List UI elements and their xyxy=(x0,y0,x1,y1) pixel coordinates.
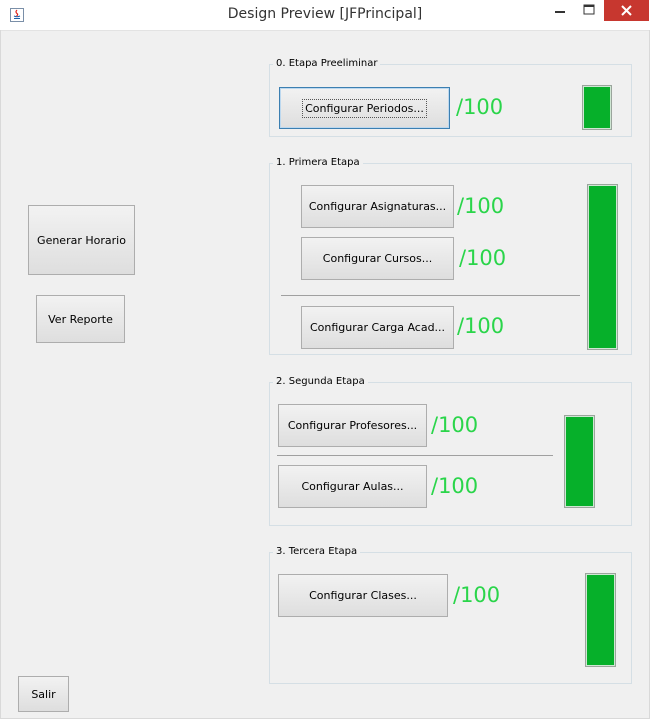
stage-2-title: 2. Segunda Etapa xyxy=(273,376,368,387)
configurar-aulas-button[interactable]: Configurar Aulas... xyxy=(278,465,427,508)
configurar-profesores-button[interactable]: Configurar Profesores... xyxy=(278,404,427,447)
close-icon xyxy=(621,5,632,16)
stage-3-panel: 3. Tercera Etapa xyxy=(269,546,632,684)
profesores-score: /100 xyxy=(431,413,479,437)
configurar-clases-button[interactable]: Configurar Clases... xyxy=(278,574,448,617)
configurar-carga-academica-button[interactable]: Configurar Carga Acad... xyxy=(301,306,454,349)
configurar-aulas-label: Configurar Aulas... xyxy=(301,480,404,493)
stage-1-progress-bar xyxy=(587,184,618,350)
stage-2-separator xyxy=(277,455,553,456)
generar-horario-button[interactable]: Generar Horario xyxy=(28,205,135,275)
salir-label: Salir xyxy=(31,687,56,701)
configurar-periodos-button[interactable]: Configurar Periodos... xyxy=(279,87,450,129)
configurar-asignaturas-label: Configurar Asignaturas... xyxy=(308,200,447,213)
configurar-asignaturas-button[interactable]: Configurar Asignaturas... xyxy=(301,185,454,228)
minimize-button[interactable] xyxy=(546,0,574,21)
configurar-periodos-label: Configurar Periodos... xyxy=(302,98,427,118)
aulas-score: /100 xyxy=(431,474,479,498)
stage-0-progress-bar xyxy=(582,85,612,130)
maximize-icon xyxy=(583,4,595,15)
maximize-button[interactable] xyxy=(575,0,603,21)
carga-academica-score: /100 xyxy=(457,314,505,338)
salir-button[interactable]: Salir xyxy=(18,676,69,712)
close-button[interactable] xyxy=(604,0,649,21)
configurar-carga-academica-label: Configurar Carga Acad... xyxy=(309,321,446,334)
generar-horario-label: Generar Horario xyxy=(37,233,126,247)
stage-3-progress-bar xyxy=(585,573,616,667)
stage-1-separator xyxy=(281,295,580,296)
ver-reporte-label: Ver Reporte xyxy=(48,312,113,326)
configurar-cursos-label: Configurar Cursos... xyxy=(322,252,433,265)
cursos-score: /100 xyxy=(459,246,507,270)
title-bar: Design Preview [JFPrincipal] xyxy=(0,0,650,31)
configurar-clases-label: Configurar Clases... xyxy=(309,589,417,602)
minimize-icon xyxy=(555,11,565,13)
ver-reporte-button[interactable]: Ver Reporte xyxy=(36,295,125,343)
asignaturas-score: /100 xyxy=(457,194,505,218)
periodos-score: /100 xyxy=(456,95,504,119)
clases-score: /100 xyxy=(453,583,501,607)
stage-0-title: 0. Etapa Preeliminar xyxy=(273,58,381,69)
stage-3-title: 3. Tercera Etapa xyxy=(273,546,361,557)
configurar-cursos-button[interactable]: Configurar Cursos... xyxy=(301,237,454,280)
stage-1-title: 1. Primera Etapa xyxy=(273,157,363,168)
configurar-profesores-label: Configurar Profesores... xyxy=(287,419,418,432)
stage-2-progress-bar xyxy=(564,415,595,508)
